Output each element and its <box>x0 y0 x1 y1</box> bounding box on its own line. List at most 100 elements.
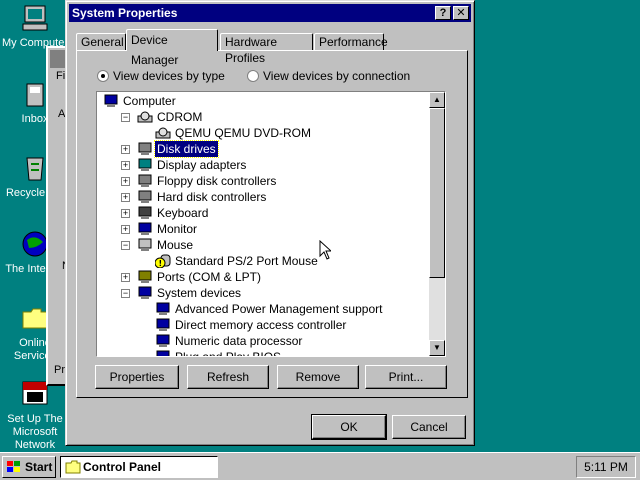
svg-text:!: ! <box>159 259 163 268</box>
system-properties-dialog[interactable]: System Properties ? ✕ General Device Man… <box>65 0 475 446</box>
expand-icon[interactable]: + <box>121 193 130 202</box>
display-adapter-icon <box>138 158 152 171</box>
scroll-up-button[interactable]: ▲ <box>429 92 445 108</box>
ports-icon <box>138 270 152 283</box>
device-tree-label: Floppy disk controllers <box>157 174 277 188</box>
cdrom-icon <box>137 111 153 123</box>
device-manager-panel: View devices by type View devices by con… <box>76 50 468 398</box>
start-button[interactable]: Start <box>2 456 56 478</box>
desktop-icon-msn[interactable]: Set Up The Microsoft Network <box>0 378 70 452</box>
device-tree-row[interactable]: Direct memory access controller <box>97 317 427 333</box>
radio-unselected-icon[interactable] <box>247 70 259 82</box>
collapse-icon[interactable]: − <box>121 289 130 298</box>
scroll-thumb[interactable] <box>429 108 445 278</box>
taskbar-control-panel-button[interactable]: Control Panel <box>60 456 218 478</box>
mouse-icon <box>138 238 152 251</box>
disk-drive-icon <box>138 142 152 155</box>
expand-icon[interactable]: + <box>121 225 130 234</box>
system-devices-icon <box>138 286 152 299</box>
device-tree-label: Computer <box>123 94 176 108</box>
system-device-icon <box>156 318 170 331</box>
view-by-type-option[interactable]: View devices by type <box>97 69 225 83</box>
device-tree-row[interactable]: − CDROM <box>97 109 427 125</box>
expand-icon[interactable]: + <box>121 145 130 154</box>
device-tree-row[interactable]: + Monitor <box>97 221 427 237</box>
taskbar: Start Control Panel 5:11 PM <box>0 452 640 480</box>
floppy-controller-icon <box>138 174 152 187</box>
collapse-icon[interactable]: − <box>121 241 130 250</box>
desktop-icon-label: Set Up The Microsoft Network <box>7 413 63 451</box>
expand-icon[interactable]: + <box>121 177 130 186</box>
dialog-title: System Properties <box>72 6 178 20</box>
cdrom-icon <box>155 127 171 139</box>
device-tree-label: Plug and Play BIOS <box>175 350 282 357</box>
system-device-icon <box>156 350 170 356</box>
control-panel-icon <box>65 460 81 474</box>
device-tree-label: Direct memory access controller <box>175 318 347 332</box>
device-tree-label: Ports (COM & LPT) <box>157 270 262 284</box>
remove-button[interactable]: Remove <box>277 365 359 389</box>
device-tree-label: Advanced Power Management support <box>175 302 383 316</box>
tab-general[interactable]: General <box>76 33 126 51</box>
device-tree-row[interactable]: Numeric data processor <box>97 333 427 349</box>
help-button[interactable]: ? <box>435 6 451 20</box>
device-tree-row[interactable]: ! Standard PS/2 Port Mouse <box>97 253 427 269</box>
device-tree-label: Keyboard <box>157 206 209 220</box>
desktop-icon-my-computer[interactable]: My Computer <box>0 2 70 50</box>
print-button[interactable]: Print... <box>365 365 447 389</box>
hard-disk-controller-icon <box>138 190 152 203</box>
device-tree-row[interactable]: + Keyboard <box>97 205 427 221</box>
refresh-button[interactable]: Refresh <box>187 365 269 389</box>
system-device-icon <box>156 302 170 315</box>
view-by-connection-label: View devices by connection <box>263 69 411 83</box>
device-tree-row[interactable]: + Hard disk controllers <box>97 189 427 205</box>
tab-device-manager[interactable]: Device Manager <box>126 29 218 67</box>
computer-icon <box>104 94 118 107</box>
dialog-titlebar[interactable]: System Properties ? ✕ <box>69 4 471 22</box>
warning-mouse-icon: ! <box>155 254 171 268</box>
device-tree-row[interactable]: + Ports (COM & LPT) <box>97 269 427 285</box>
system-device-icon <box>156 334 170 347</box>
tab-hardware-profiles[interactable]: Hardware Profiles <box>220 33 313 65</box>
taskbar-clock: 5:11 PM <box>576 456 636 478</box>
taskbar-task-label: Control Panel <box>83 460 162 474</box>
device-tree-row[interactable]: + Disk drives <box>97 140 427 158</box>
ok-button[interactable]: OK <box>311 414 387 440</box>
radio-selected-icon[interactable] <box>97 70 109 82</box>
device-tree-label: Display adapters <box>157 158 247 172</box>
tab-performance[interactable]: Performance <box>314 33 388 51</box>
device-tree-row[interactable]: + Display adapters <box>97 157 427 173</box>
expand-icon[interactable]: + <box>121 209 130 218</box>
device-tree-label: CDROM <box>157 110 203 124</box>
device-tree-label: Disk drives <box>154 140 219 158</box>
mouse-cursor-icon <box>319 240 331 260</box>
device-tree-row[interactable]: QEMU QEMU DVD-ROM <box>97 125 427 141</box>
collapse-icon[interactable]: − <box>121 113 130 122</box>
device-tree-row[interactable]: + Floppy disk controllers <box>97 173 427 189</box>
device-tree-row[interactable]: − System devices <box>97 285 427 301</box>
device-tree-label: Mouse <box>157 238 194 252</box>
device-tree-label: Monitor <box>157 222 198 236</box>
device-tree[interactable]: Plug and Play BIOS Numeric data processor… <box>96 91 446 357</box>
windows-logo-icon <box>7 461 20 472</box>
monitor-icon <box>138 222 152 235</box>
my-computer-icon <box>19 2 51 34</box>
view-by-type-label: View devices by type <box>113 69 225 83</box>
keyboard-icon <box>138 206 152 219</box>
device-tree-label: QEMU QEMU DVD-ROM <box>175 126 311 140</box>
expand-icon[interactable]: + <box>121 161 130 170</box>
properties-button[interactable]: Properties <box>95 365 179 389</box>
expand-icon[interactable]: + <box>121 273 130 282</box>
device-tree-row[interactable]: − Mouse <box>97 237 427 253</box>
device-tree-row[interactable]: Computer <box>97 93 427 109</box>
start-label: Start <box>25 460 53 474</box>
tree-vertical-scrollbar[interactable]: ▲ ▼ <box>429 92 445 356</box>
scroll-down-button[interactable]: ▼ <box>429 340 445 356</box>
device-tree-row[interactable]: Advanced Power Management support <box>97 301 427 317</box>
view-by-connection-option[interactable]: View devices by connection <box>247 69 410 83</box>
device-tree-label: System devices <box>157 286 242 300</box>
device-tree-label: Numeric data processor <box>175 334 303 348</box>
device-tree-row[interactable]: Plug and Play BIOS <box>97 349 427 357</box>
cancel-button[interactable]: Cancel <box>392 415 466 439</box>
close-button[interactable]: ✕ <box>453 6 469 20</box>
